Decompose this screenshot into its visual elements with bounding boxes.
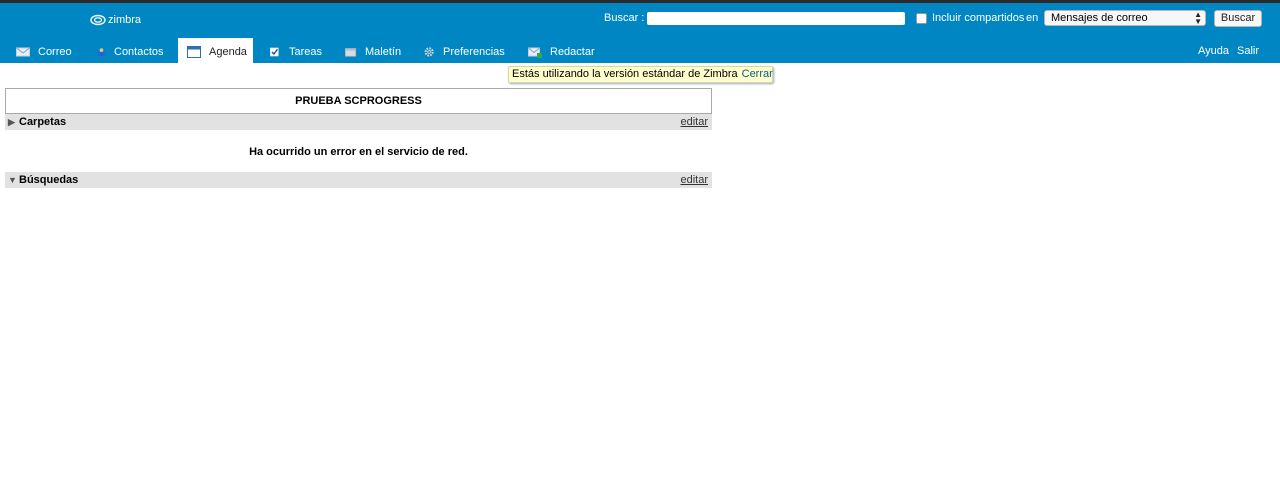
tab-label: Contactos (114, 45, 164, 58)
zimbra-logo-icon (90, 14, 106, 26)
contact-icon (98, 47, 105, 56)
searches-label: Búsquedas (19, 174, 79, 186)
search-input[interactable] (647, 12, 905, 25)
calendar-icon (187, 45, 201, 58)
tab-correo[interactable]: Correo (16, 38, 72, 65)
tab-label: Correo (38, 45, 72, 58)
panel-title: PRUEBA SCPROGRESS (5, 88, 712, 114)
tab-redactar[interactable]: Redactar (528, 38, 595, 65)
expand-arrow-icon[interactable]: ▶ (8, 114, 15, 130)
in-label: en (1026, 12, 1039, 24)
select-arrows-icon: ▲ ▼ (1194, 10, 1202, 26)
tab-agenda[interactable]: Agenda (178, 38, 253, 65)
app-header: zimbra Buscar : Incluir compartidos en M… (0, 3, 1280, 65)
logo-text: zimbra (108, 14, 142, 26)
network-error-message: Ha ocurrido un error en el servicio de r… (249, 146, 468, 158)
notice-text: Estás utilizando la versión estándar de … (512, 68, 738, 80)
searches-edit-link[interactable]: editar (680, 172, 708, 188)
tasks-icon (270, 47, 279, 56)
search-type-select[interactable]: Mensajes de correo ▲ ▼ (1044, 10, 1206, 26)
tab-preferencias[interactable]: Preferencias (424, 38, 505, 65)
tab-tareas[interactable]: Tareas (270, 38, 322, 65)
folders-section-header[interactable]: ▶ Carpetas editar (5, 114, 712, 130)
zimbra-logo[interactable]: zimbra (90, 14, 141, 26)
notice-close-link[interactable]: Cerrar (742, 68, 773, 80)
searches-section-header[interactable]: ▼ Búsquedas editar (5, 172, 712, 188)
tab-label: Maletín (365, 45, 402, 58)
include-shared-label: Incluir compartidos (932, 12, 1025, 24)
tab-label: Preferencias (443, 45, 505, 58)
folders-edit-link[interactable]: editar (680, 114, 708, 130)
include-shared-checkbox[interactable] (916, 13, 927, 24)
folders-label: Carpetas (19, 116, 67, 128)
gear-icon (424, 46, 434, 57)
tab-maletin[interactable]: Maletín (345, 38, 401, 65)
tab-label: Redactar (550, 45, 595, 58)
logout-link[interactable]: Salir (1237, 45, 1259, 57)
search-button[interactable]: Buscar (1214, 10, 1262, 27)
search-type-value: Mensajes de correo (1051, 12, 1148, 24)
search-label: Buscar : (604, 12, 645, 24)
tab-label: Tareas (289, 45, 323, 58)
compose-icon (528, 47, 542, 58)
help-link[interactable]: Ayuda (1198, 45, 1229, 57)
collapse-arrow-icon[interactable]: ▼ (8, 172, 17, 188)
briefcase-icon (345, 47, 357, 57)
tab-label: Agenda (209, 45, 247, 58)
tab-contactos[interactable]: Contactos (97, 38, 164, 65)
standard-version-notice: Estás utilizando la versión estándar de … (508, 66, 773, 83)
mail-icon (16, 47, 30, 56)
